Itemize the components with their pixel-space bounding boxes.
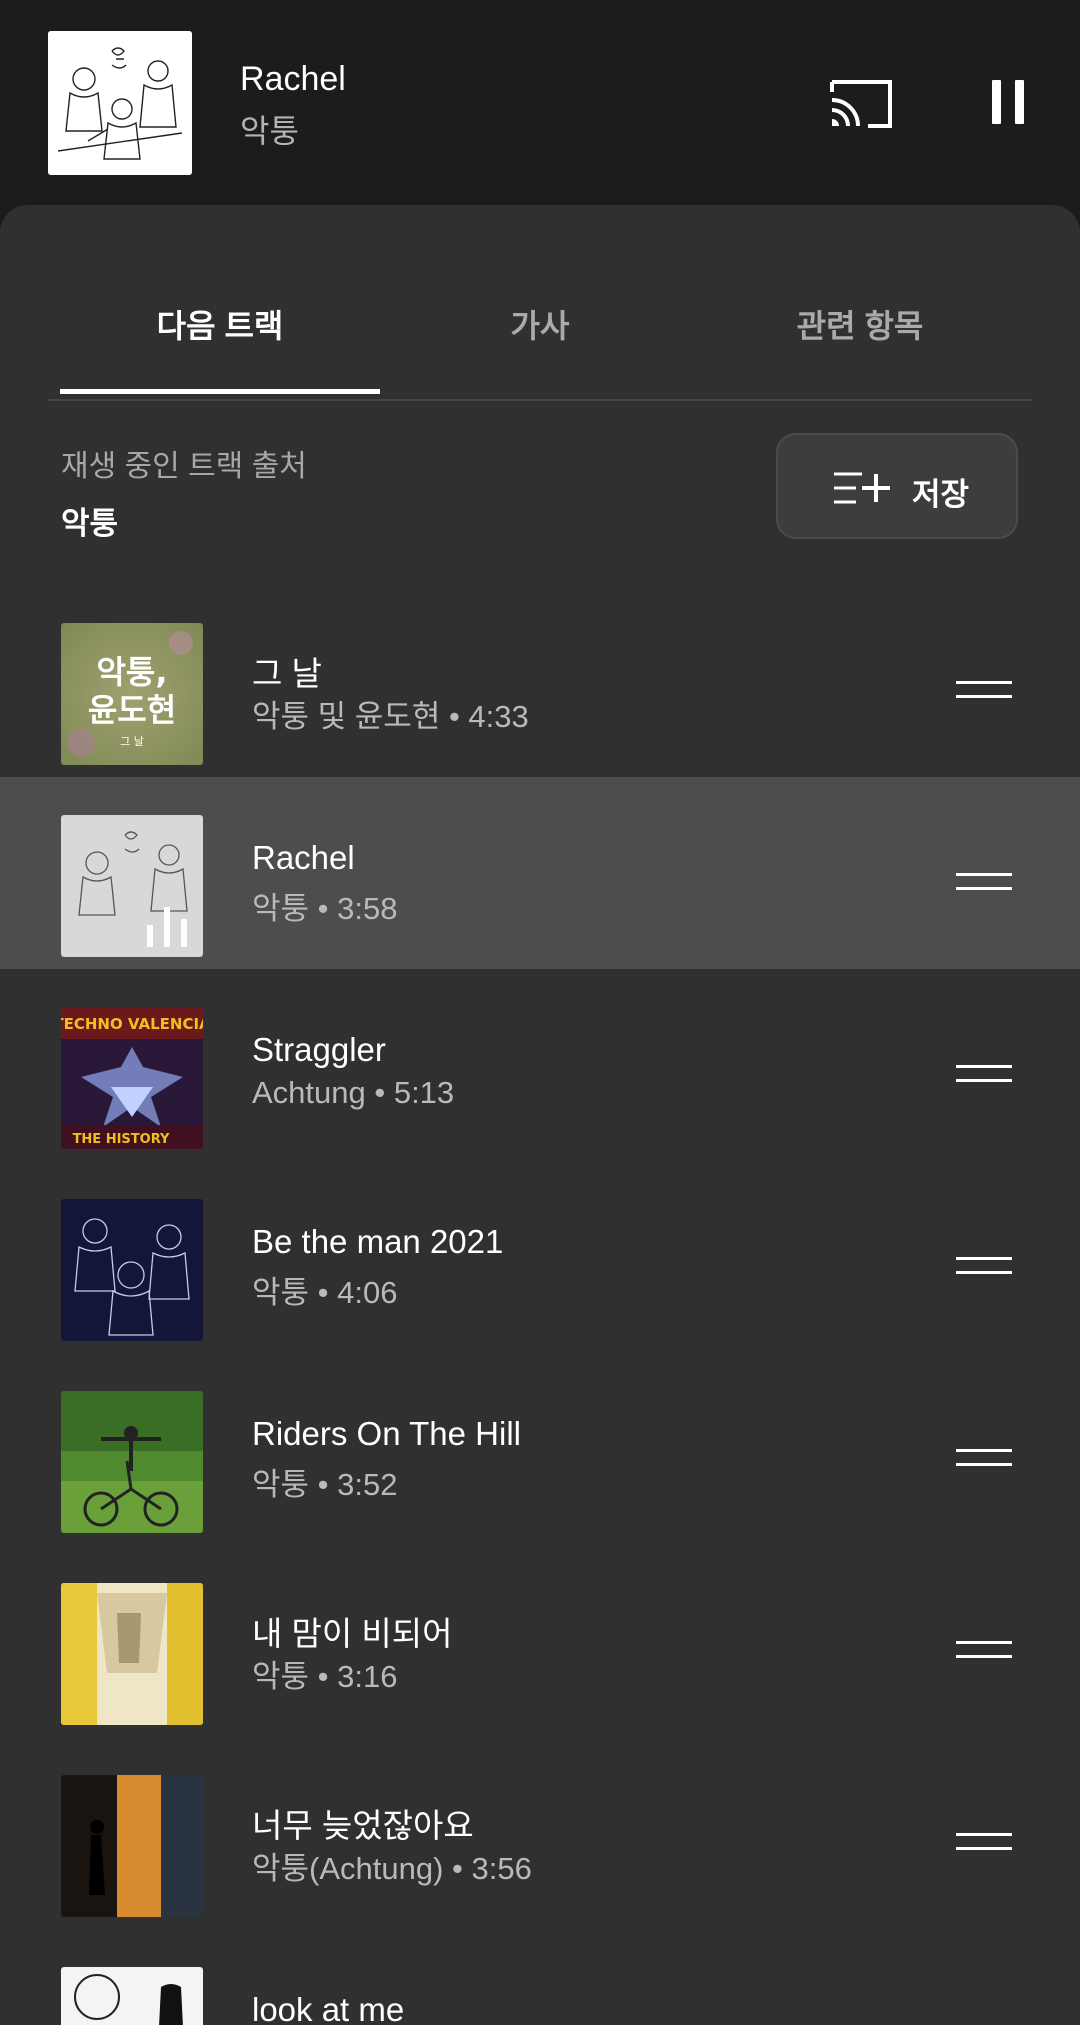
queue-row[interactable]: 악퉁, 윤도현 그 날 그 날 악퉁 및 윤도현 • 4:33 [0, 585, 1080, 777]
track-thumbnail [61, 1967, 203, 2025]
save-playlist-button[interactable]: 저장 [776, 433, 1018, 539]
now-playing-title: Rachel [240, 60, 346, 98]
svg-text:THE HISTORY: THE HISTORY [73, 1132, 170, 1147]
track-title: Be the man 2021 [252, 1223, 504, 1260]
track-thumbnail: TECHNO VALENCIA THE HISTORY [61, 1007, 203, 1149]
up-next-sheet: 다음 트랙 가사 관련 항목 재생 중인 트랙 출처 악퉁 저장 악퉁, 윤도현 [0, 205, 1080, 2025]
queue-row[interactable]: Be the man 2021 악퉁 • 4:06 [0, 1161, 1080, 1353]
queue-row[interactable]: Riders On The Hill 악퉁 • 3:52 [0, 1353, 1080, 1545]
svg-text:그 날: 그 날 [120, 735, 144, 748]
queue-row-playing[interactable]: Rachel 악퉁 • 3:58 [0, 777, 1080, 969]
track-title: 내 맘이 비되어 [252, 1615, 453, 1652]
track-title: Rachel [252, 839, 355, 876]
queue-row[interactable]: 내 맘이 비되어 악퉁 • 3:16 [0, 1545, 1080, 1737]
art-text: 악퉁, [96, 653, 167, 691]
source-name: 악퉁 [61, 506, 119, 541]
track-subtitle: Achtung • 5:13 [252, 1075, 455, 1110]
drag-handle-icon[interactable] [956, 681, 1012, 701]
tab-related[interactable]: 관련 항목 [700, 301, 1020, 347]
queue-row[interactable]: TECHNO VALENCIA THE HISTORY Straggler Ac… [0, 969, 1080, 1161]
now-playing-equalizer-icon [147, 907, 191, 947]
cast-icon[interactable] [828, 78, 894, 130]
track-thumbnail [61, 1391, 203, 1533]
track-thumbnail [61, 815, 203, 957]
source-label: 재생 중인 트랙 출처 [61, 450, 307, 483]
track-thumbnail [61, 1199, 203, 1341]
album-art [48, 31, 192, 175]
tab-bar: 다음 트랙 가사 관련 항목 [48, 205, 1032, 401]
svg-text:TECHNO VALENCIA: TECHNO VALENCIA [61, 1015, 203, 1033]
track-thumbnail [61, 1775, 203, 1917]
tab-up-next[interactable]: 다음 트랙 [60, 301, 380, 347]
track-title: 너무 늦었잖아요 [252, 1807, 474, 1844]
playlist-add-icon [832, 471, 894, 505]
track-subtitle: 악퉁 • 3:58 [252, 891, 398, 926]
now-playing-artist: 악퉁 [240, 113, 299, 149]
queue-row[interactable]: look at me [0, 1929, 1080, 2025]
mini-player[interactable]: Rachel 악퉁 [0, 0, 1080, 205]
track-subtitle: 악퉁 • 4:06 [252, 1275, 398, 1310]
track-title: 그 날 [252, 655, 322, 692]
pause-icon[interactable] [986, 80, 1030, 124]
drag-handle-icon[interactable] [956, 1641, 1012, 1661]
drag-handle-icon[interactable] [956, 1065, 1012, 1085]
track-subtitle: 악퉁(Achtung) • 3:56 [252, 1851, 532, 1886]
drag-handle-icon[interactable] [956, 1833, 1012, 1853]
track-subtitle: 악퉁 • 3:52 [252, 1467, 398, 1502]
tab-indicator [60, 389, 380, 394]
drag-handle-icon[interactable] [956, 873, 1012, 893]
track-subtitle: 악퉁 • 3:16 [252, 1659, 398, 1694]
svg-text:윤도현: 윤도현 [88, 691, 176, 729]
track-subtitle: 악퉁 및 윤도현 • 4:33 [252, 699, 529, 734]
tab-lyrics[interactable]: 가사 [380, 301, 700, 347]
queue-row[interactable]: 너무 늦었잖아요 악퉁(Achtung) • 3:56 [0, 1737, 1080, 1929]
track-title: Riders On The Hill [252, 1415, 521, 1452]
save-label: 저장 [912, 477, 970, 512]
track-title: Straggler [252, 1031, 386, 1068]
track-thumbnail: 악퉁, 윤도현 그 날 [61, 623, 203, 765]
drag-handle-icon[interactable] [956, 1449, 1012, 1469]
track-title: look at me [252, 1991, 405, 2025]
track-thumbnail [61, 1583, 203, 1725]
drag-handle-icon[interactable] [956, 1257, 1012, 1277]
